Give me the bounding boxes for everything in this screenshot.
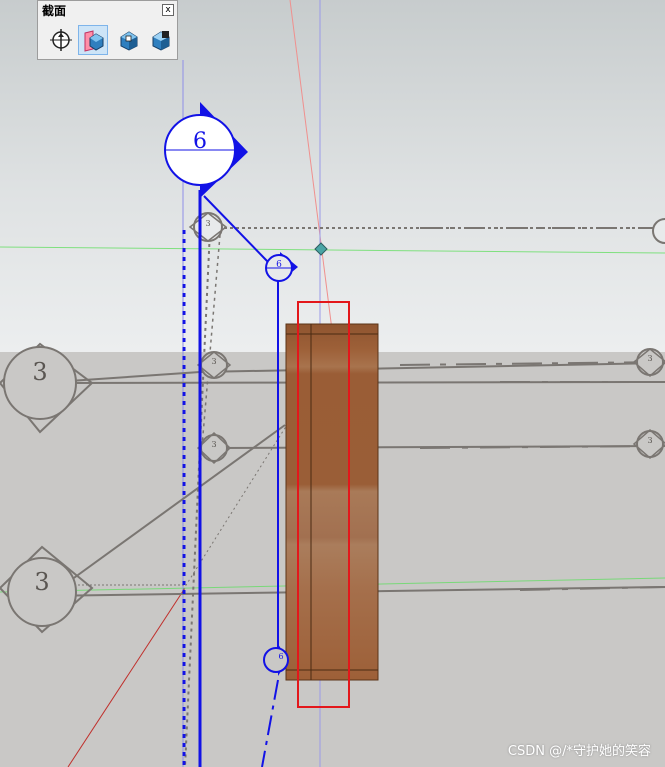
marker-label: 6 (276, 260, 282, 270)
marker-label: 6 (193, 129, 207, 154)
display-section-planes-icon (84, 30, 104, 52)
red-axis-line (289, 0, 333, 331)
section-marker-6-bottom[interactable]: 6 (263, 644, 289, 676)
section-marker-3-large-bottom[interactable]: 3 (0, 545, 94, 634)
marker-label: 6 (278, 652, 283, 661)
toolbar-title: 截面 (42, 4, 67, 18)
section-plane-icon (50, 29, 72, 51)
section-plane-button[interactable] (46, 25, 76, 55)
section-marker-3-small[interactable]: 3 (196, 351, 232, 379)
blue-section-lines (182, 190, 279, 767)
wood-wall[interactable] (285, 323, 379, 681)
watermark-text: CSDN @/*守护她的笑容 (507, 744, 651, 759)
display-section-cuts-button[interactable] (114, 25, 144, 55)
marker-label: 3 (205, 219, 210, 228)
marker-label: 3 (647, 436, 652, 445)
section-fill-icon (152, 31, 170, 51)
section-marker-6-small[interactable]: 6 (265, 252, 298, 282)
model-viewport[interactable]: 3 3 3 3 3 3 3 6 6 6 (0, 0, 665, 767)
section-marker-3-small[interactable]: 3 (632, 348, 665, 377)
marker-label: 3 (211, 357, 216, 366)
display-section-planes-button[interactable] (78, 25, 108, 55)
green-axis-line (0, 246, 665, 254)
display-section-cuts-icon (120, 31, 138, 51)
section-marker-6-large[interactable]: 6 (164, 102, 248, 198)
marker-label: 3 (647, 354, 652, 363)
close-button[interactable]: x (162, 4, 174, 16)
section-marker-3-small[interactable]: 3 (632, 429, 665, 459)
marker-label: 3 (211, 440, 216, 449)
axis-origin-marker (314, 242, 328, 256)
red-axis-line-lower (67, 587, 186, 767)
scene-canvas[interactable]: 3 3 3 3 3 3 3 6 6 6 (0, 0, 665, 767)
marker-label: 3 (32, 358, 47, 386)
marker-label: 3 (34, 568, 49, 596)
section-fill-button[interactable] (146, 25, 176, 55)
section-toolbar[interactable]: 截面 x (37, 0, 178, 60)
section-marker-edge[interactable] (652, 218, 665, 244)
section-marker-3-large-top[interactable]: 3 (0, 342, 94, 434)
section-marker-3-small[interactable]: 3 (188, 212, 228, 242)
